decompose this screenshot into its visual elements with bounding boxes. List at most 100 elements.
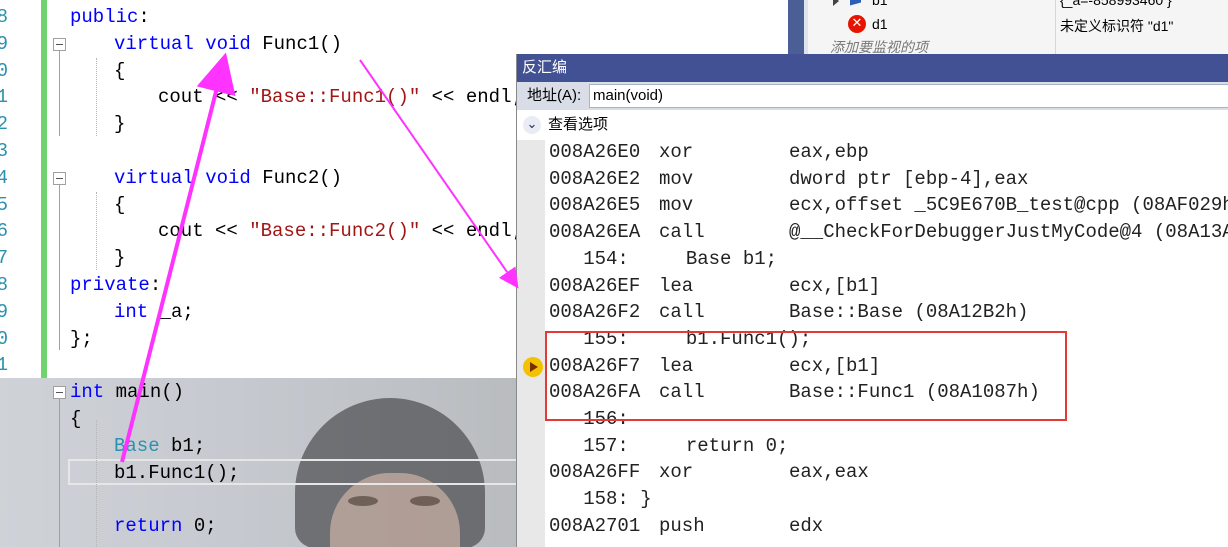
code-token: }: [114, 247, 126, 270]
line-number: 0: [0, 327, 8, 350]
asm-operands: edx: [789, 514, 824, 537]
asm-operands: ecx,[b1]: [789, 274, 881, 297]
line-number: 5: [0, 193, 8, 216]
line-number: 6: [0, 220, 8, 243]
code-token: 0;: [193, 515, 217, 538]
disassembly-title-bar[interactable]: 反汇编: [517, 54, 1228, 82]
asm-address: 008A2701: [549, 514, 641, 537]
asm-address: 008A26FF: [549, 461, 641, 484]
code-line[interactable]: int _a;: [114, 299, 194, 326]
line-number: 1: [0, 86, 8, 109]
code-line[interactable]: virtual void Func2(): [114, 165, 342, 192]
expand-arrow-icon[interactable]: [833, 0, 839, 6]
code-line[interactable]: Base b1;: [114, 433, 205, 460]
line-number: 9: [0, 32, 8, 55]
code-token: :: [149, 274, 162, 296]
code-line[interactable]: public:: [70, 4, 150, 31]
asm-address: 008A26EA: [549, 221, 641, 244]
asm-operands: dword ptr [ebp-4],eax: [789, 167, 1029, 190]
watch-window: b1 {_a=-858993460 } ✕ d1 未定义标识符 "d1" 添加要…: [788, 0, 1228, 55]
line-number: 3: [0, 140, 8, 162]
code-token: void: [205, 32, 263, 55]
line-number: 9: [0, 300, 8, 323]
line-number: 4: [0, 166, 8, 189]
variable-object-icon: [850, 0, 861, 6]
code-token: virtual: [114, 166, 206, 189]
asm-source-text: 154: Base b1;: [549, 247, 778, 270]
code-token: cout <<: [158, 86, 250, 109]
code-line[interactable]: virtual void Func1(): [114, 31, 342, 58]
code-line[interactable]: int main(): [70, 379, 184, 406]
code-line[interactable]: private:: [70, 272, 161, 299]
asm-operands: ecx,offset _5C9E670B_test@cpp (08AF029h): [789, 194, 1228, 217]
watch-value-b1[interactable]: {_a=-858993460 }: [1060, 0, 1172, 8]
watch-value-d1[interactable]: 未定义标识符 "d1": [1060, 16, 1173, 36]
watch-tool-stripe: [788, 0, 804, 55]
asm-address: 008A26E5: [549, 194, 641, 217]
asm-address: 008A26EF: [549, 274, 641, 297]
code-token: :: [138, 6, 150, 28]
annotation-highlight-box: [545, 331, 1067, 421]
asm-operands: eax,eax: [789, 461, 869, 484]
code-line[interactable]: };: [70, 326, 93, 353]
code-token: Func2(): [262, 166, 343, 189]
code-token: int: [114, 300, 160, 323]
code-line[interactable]: {: [114, 58, 125, 85]
indicator-margin[interactable]: [517, 140, 545, 547]
chevron-down-icon[interactable]: ⌄: [523, 116, 541, 134]
asm-operands: Base::Base (08A12B2h): [789, 301, 1029, 324]
watch-name-d1[interactable]: d1: [872, 16, 888, 32]
code-token: };: [70, 327, 93, 350]
view-options-row[interactable]: ⌄ 查看选项: [517, 112, 1228, 138]
code-token: Base: [114, 434, 172, 457]
code-token: virtual: [114, 32, 206, 55]
collapse-toggle-main[interactable]: [53, 386, 66, 399]
code-token: {: [70, 408, 82, 430]
code-token: void: [205, 166, 263, 189]
code-token: << endl;: [420, 220, 523, 243]
view-options-label[interactable]: 查看选项: [548, 112, 608, 138]
code-line[interactable]: cout << "Base::Func2()" << endl;: [158, 218, 523, 245]
code-line[interactable]: }: [114, 245, 125, 272]
collapse-toggle-func1[interactable]: [53, 38, 66, 51]
line-number: 1: [0, 354, 8, 377]
line-number: 2: [0, 113, 8, 136]
code-token: Func1(): [262, 32, 343, 55]
fold-guide: [59, 399, 60, 547]
address-bar: 地址(A): main(void): [517, 82, 1228, 110]
asm-opcode: mov: [659, 194, 694, 217]
code-line[interactable]: return 0;: [114, 513, 217, 540]
asm-opcode: xor: [659, 461, 694, 484]
code-token: "Base::Func1()": [249, 86, 421, 109]
indent-guide: [96, 420, 97, 547]
asm-opcode: mov: [659, 167, 694, 190]
line-number: 8: [0, 6, 8, 28]
line-number: 0: [0, 59, 8, 82]
asm-address: 008A26E2: [549, 167, 641, 190]
line-number: 7: [0, 247, 8, 270]
asm-opcode: xor: [659, 141, 694, 163]
code-line[interactable]: }: [114, 111, 125, 138]
asm-source-text: 157: return 0;: [549, 434, 789, 457]
code-line[interactable]: {: [114, 192, 125, 219]
address-input[interactable]: main(void): [589, 84, 1228, 108]
asm-opcode: push: [659, 514, 705, 537]
error-icon: ✕: [848, 15, 866, 33]
asm-opcode: call: [659, 221, 705, 244]
indent-guide: [96, 58, 97, 136]
fold-guide: [59, 51, 60, 136]
code-token: int: [70, 381, 116, 404]
code-line[interactable]: {: [70, 406, 81, 433]
asm-address: 008A26F2: [549, 301, 641, 324]
asm-operands: @__CheckForDebuggerJustMyCode@4 (08A13A2…: [789, 221, 1228, 244]
indent-guide: [96, 192, 97, 270]
watch-name-b1[interactable]: b1: [872, 0, 888, 8]
code-line[interactable]: b1.Func1();: [114, 460, 239, 487]
asm-opcode: call: [659, 301, 705, 324]
line-number: 8: [0, 274, 8, 296]
collapse-toggle-func2[interactable]: [53, 172, 66, 185]
code-line[interactable]: cout << "Base::Func1()" << endl;: [158, 84, 523, 111]
code-token: cout <<: [158, 220, 250, 243]
code-token: {: [114, 193, 126, 216]
disassembly-window[interactable]: 反汇编 地址(A): main(void) ⌄ 查看选项 008A26E0 xor…: [516, 54, 1228, 547]
